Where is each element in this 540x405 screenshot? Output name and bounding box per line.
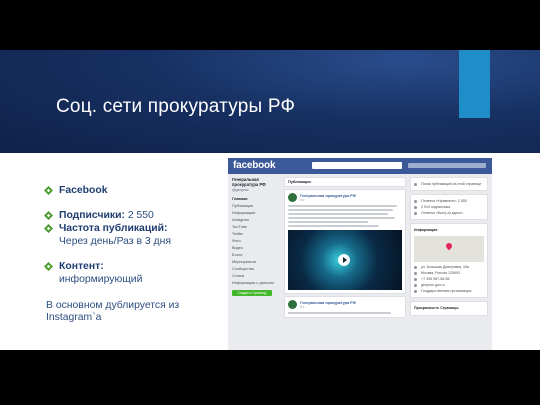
play-icon[interactable] bbox=[338, 253, 350, 266]
like-icon bbox=[414, 199, 417, 203]
accent-bar bbox=[459, 50, 490, 118]
menu-item[interactable]: Twitter bbox=[232, 231, 280, 238]
diamond-bullet-icon bbox=[44, 224, 53, 233]
info-box: Информация ул. Большая Дмитровка, 15а Мо… bbox=[410, 223, 488, 298]
diamond-bullet-icon bbox=[44, 186, 53, 195]
map-thumbnail[interactable] bbox=[414, 236, 484, 262]
location-icon bbox=[414, 271, 417, 275]
menu-item[interactable]: Статьи bbox=[232, 273, 280, 280]
post-card: Генеральная прокуратура РФ 5 ч · bbox=[284, 295, 406, 318]
bullet-value: 2 550 bbox=[127, 210, 154, 221]
diamond-bullet-icon bbox=[44, 262, 53, 271]
menu-item[interactable]: Мероприятия bbox=[232, 259, 280, 266]
facebook-nav[interactable] bbox=[408, 163, 486, 168]
bullet-content: Контент: информирующий bbox=[44, 260, 224, 286]
feed-header: Публикации bbox=[288, 180, 311, 184]
facebook-search-input[interactable] bbox=[312, 162, 402, 169]
bullet-label: Частота публикаций: bbox=[59, 223, 168, 234]
post-time: 5 ч · bbox=[300, 304, 307, 309]
bullet-value: Через день/Раз в 3 дня bbox=[59, 236, 171, 247]
search-page-input[interactable]: Поиск публикаций на этой странице bbox=[414, 181, 484, 187]
menu-item[interactable]: Сообщество bbox=[232, 266, 280, 273]
bullet-label: Подписчики: bbox=[59, 210, 125, 221]
post-video-thumbnail[interactable] bbox=[288, 229, 402, 290]
avatar[interactable] bbox=[288, 299, 297, 309]
location-icon bbox=[414, 265, 417, 269]
menu-item[interactable]: Главная bbox=[232, 196, 280, 203]
search-page-box[interactable]: Поиск публикаций на этой странице bbox=[410, 177, 488, 191]
info-row: Государственная организация bbox=[414, 288, 484, 294]
bullet-label: Facebook bbox=[59, 185, 108, 196]
menu-item[interactable]: Видео bbox=[232, 245, 280, 252]
bullet-list: Facebook Подписчики: 2 550 Частота публи… bbox=[44, 184, 224, 324]
page-menu: Главная Публикации Информация Instagram … bbox=[232, 196, 280, 287]
phone-icon bbox=[414, 277, 417, 281]
bullet-subscribers: Подписчики: 2 550 bbox=[44, 209, 224, 222]
facebook-sidebar: Генеральная прокуратура РФ @genproc Глав… bbox=[232, 177, 280, 347]
menu-item[interactable]: Информация о датском bbox=[232, 280, 280, 287]
facebook-screenshot: facebook Генеральная прокуратура РФ @gen… bbox=[228, 158, 492, 350]
facebook-logo[interactable]: facebook bbox=[233, 160, 276, 171]
bullet-frequency: Частота публикаций: Через день/Раз в 3 д… bbox=[44, 222, 224, 248]
post-header: Генеральная прокуратура РФ 4 ч · bbox=[288, 193, 402, 203]
avatar[interactable] bbox=[288, 193, 297, 202]
bullet-label: Контент: bbox=[59, 261, 104, 272]
search-icon bbox=[414, 182, 417, 186]
facebook-topbar: facebook bbox=[228, 158, 492, 174]
post-header: Генеральная прокуратура РФ 5 ч · bbox=[288, 299, 402, 310]
bullet-value: информирующий bbox=[59, 274, 143, 285]
menu-item[interactable]: Блоги bbox=[232, 252, 280, 259]
menu-item[interactable]: Информация bbox=[232, 210, 280, 217]
info-header: Информация bbox=[414, 228, 438, 232]
followers-icon bbox=[414, 205, 417, 209]
post-author[interactable]: Генеральная прокуратура РФ bbox=[300, 301, 356, 305]
page-name: Генеральная прокуратура РФ bbox=[232, 177, 266, 187]
map-pin-icon bbox=[444, 241, 454, 251]
facebook-feed: Публикации Генеральная прокуратура РФ 4 … bbox=[284, 177, 406, 349]
diamond-bullet-icon bbox=[44, 211, 53, 220]
menu-item[interactable]: Фото bbox=[232, 238, 280, 245]
transparency-box: Прозрачность Страницы bbox=[410, 301, 488, 316]
post-card: Генеральная прокуратура РФ 4 ч · bbox=[284, 189, 406, 294]
menu-item[interactable]: YouTube bbox=[232, 224, 280, 231]
stat-row: Отметки «Был(-а) здесь» bbox=[414, 210, 484, 216]
transparency-header: Прозрачность Страницы bbox=[414, 306, 459, 310]
post-author[interactable]: Генеральная прокуратура РФ bbox=[300, 194, 356, 198]
bullet-facebook: Facebook bbox=[44, 184, 224, 197]
menu-item[interactable]: Публикации bbox=[232, 203, 280, 210]
category-icon bbox=[414, 289, 417, 293]
globe-icon bbox=[414, 283, 417, 287]
checkin-icon bbox=[414, 211, 417, 215]
feed-header-card: Публикации bbox=[284, 177, 406, 187]
stats-box: Отметки «Нравится»: 2 550 2 514 подписчи… bbox=[410, 194, 488, 220]
slide-title: Соц. сети прокуратуры РФ bbox=[56, 96, 296, 117]
facebook-right-column: Поиск публикаций на этой странице Отметк… bbox=[410, 177, 488, 349]
note-text: В основном дублируется из Instagram`a bbox=[46, 300, 180, 323]
menu-item[interactable]: Instagram bbox=[232, 217, 280, 224]
post-time: 4 ч · bbox=[300, 198, 307, 202]
create-page-button[interactable]: Создать Страницу bbox=[232, 290, 272, 296]
page-handle: @genproc bbox=[232, 188, 249, 192]
slide: Соц. сети прокуратуры РФ Facebook Подпис… bbox=[0, 50, 540, 350]
